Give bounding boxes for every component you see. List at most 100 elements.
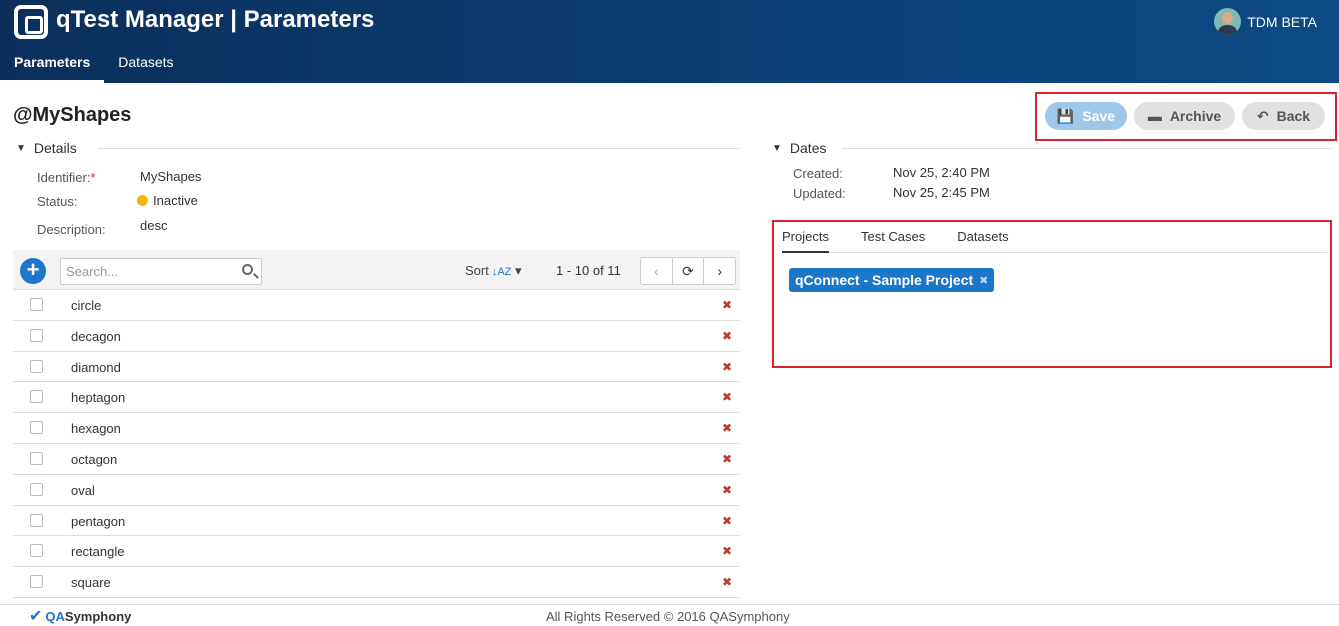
page-title: @MyShapes <box>13 104 132 126</box>
archive-button[interactable]: ▬ Archive <box>1134 102 1235 130</box>
archive-label: Archive <box>1169 108 1222 124</box>
list-item-label: hexagon <box>71 421 121 437</box>
divider <box>98 148 740 149</box>
list-item: diamond ✖ <box>13 352 740 383</box>
list-item-label: square <box>71 575 111 591</box>
row-checkbox[interactable] <box>30 298 43 311</box>
updated-label: Updated: <box>793 186 846 201</box>
identifier-value: MyShapes <box>140 169 202 184</box>
delete-icon[interactable]: ✖ <box>722 421 732 435</box>
chevron-down-icon: ▾ <box>515 263 522 278</box>
delete-icon[interactable]: ✖ <box>722 390 732 404</box>
project-chip[interactable]: qConnect - Sample Project ✖ <box>789 268 995 292</box>
created-label: Created: <box>793 166 843 181</box>
details-section-header[interactable]: ▼ Details <box>16 140 77 156</box>
identifier-label-text: Identifier: <box>37 170 91 185</box>
list-item: circle ✖ <box>13 290 740 321</box>
list-item: octagon ✖ <box>13 444 740 475</box>
app-title: qTest Manager | Parameters <box>56 6 375 33</box>
sort-label: Sort <box>465 263 489 278</box>
row-checkbox[interactable] <box>30 328 43 342</box>
status-dot-icon <box>137 195 148 206</box>
floppy-disk-icon: 💾 <box>1056 107 1075 124</box>
row-checkbox[interactable] <box>30 421 43 435</box>
add-value-button[interactable]: + <box>20 258 46 284</box>
delete-icon[interactable]: ✖ <box>722 544 732 558</box>
status-label: Status: <box>37 194 78 209</box>
list-item-label: rectangle <box>71 544 125 560</box>
user-menu[interactable]: TDM BETA <box>1214 8 1317 35</box>
caret-down-icon: ▼ <box>16 142 26 154</box>
qtest-logo-icon[interactable] <box>14 5 48 39</box>
back-button[interactable]: ↶ Back <box>1242 102 1325 130</box>
identifier-label: Identifier:* <box>37 170 96 185</box>
row-checkbox[interactable] <box>30 451 43 465</box>
check-logo-icon: ✔ <box>29 608 43 625</box>
list-item: heptagon ✖ <box>13 382 740 414</box>
logo-text: QASymphony <box>45 609 131 624</box>
sort-az-icon: ↓AZ <box>491 266 512 278</box>
pager-text: 1 - 10 of 11 <box>556 263 621 278</box>
minus-icon: ▬ <box>1147 108 1162 124</box>
avatar[interactable] <box>1214 8 1242 35</box>
list-item: rectangle ✖ <box>13 536 740 568</box>
description-value: desc <box>140 218 168 233</box>
search-icon[interactable] <box>242 264 253 275</box>
pager: ‹ ⟳ › <box>640 257 736 285</box>
top-header: qTest Manager | Parameters TDM BETA Para… <box>0 0 1339 83</box>
list-item-label: pentagon <box>71 513 126 529</box>
search-box[interactable] <box>60 258 262 285</box>
main-nav: Parameters Datasets <box>0 50 188 83</box>
logo-prefix: QA <box>45 608 65 624</box>
list-item: hexagon ✖ <box>13 413 740 444</box>
required-marker: * <box>90 170 96 185</box>
delete-icon[interactable]: ✖ <box>722 329 732 343</box>
delete-icon[interactable]: ✖ <box>722 360 732 374</box>
project-chip-label: qConnect - Sample Project <box>795 272 974 288</box>
dates-section-header[interactable]: ▼ Dates <box>772 140 826 156</box>
status-badge: Inactive <box>137 193 198 208</box>
caret-down-icon: ▼ <box>772 142 782 154</box>
row-checkbox[interactable] <box>30 390 43 404</box>
prev-page-icon[interactable]: ‹ <box>641 258 673 284</box>
row-checkbox[interactable] <box>30 513 43 527</box>
row-checkbox[interactable] <box>30 359 43 373</box>
row-checkbox[interactable] <box>30 482 43 496</box>
divider <box>842 148 1332 149</box>
sort-dropdown[interactable]: Sort ↓AZ ▾ <box>465 263 522 279</box>
footer-divider <box>0 604 1339 605</box>
save-button[interactable]: 💾 Save <box>1045 102 1127 130</box>
tab-projects[interactable]: Projects <box>782 226 829 253</box>
status-value: Inactive <box>153 193 198 208</box>
tab-parameters[interactable]: Parameters <box>0 50 105 83</box>
delete-icon[interactable]: ✖ <box>722 298 732 312</box>
row-checkbox[interactable] <box>30 544 43 558</box>
tab-datasets-panel[interactable]: Datasets <box>957 226 1008 253</box>
list-item-label: oval <box>71 482 95 498</box>
next-page-icon[interactable]: › <box>704 258 735 284</box>
delete-icon[interactable]: ✖ <box>722 452 732 466</box>
tab-test-cases[interactable]: Test Cases <box>861 226 925 253</box>
list-item: pentagon ✖ <box>13 506 740 537</box>
logo-suffix: Symphony <box>64 608 132 624</box>
list-item-label: diamond <box>71 359 121 375</box>
refresh-icon[interactable]: ⟳ <box>673 258 705 284</box>
dates-heading: Dates <box>789 140 827 156</box>
delete-icon[interactable]: ✖ <box>722 514 732 528</box>
delete-icon[interactable]: ✖ <box>722 483 732 497</box>
list-item: decagon ✖ <box>13 321 740 352</box>
list-item-label: decagon <box>71 328 121 344</box>
row-checkbox[interactable] <box>30 575 43 589</box>
description-label: Description: <box>37 222 106 237</box>
search-input[interactable] <box>61 259 231 284</box>
delete-icon[interactable]: ✖ <box>722 575 732 589</box>
copyright-text: All Rights Reserved © 2016 QASymphony <box>546 609 790 624</box>
list-item: square ✖ <box>13 567 740 598</box>
remove-chip-icon[interactable]: ✖ <box>979 274 988 287</box>
list-toolbar: + Sort↓AZ ▾ 1 - 10 of 11 ‹ ⟳ › <box>13 250 740 290</box>
qasymphony-logo: ✔ QASymphony <box>29 606 131 626</box>
tab-datasets[interactable]: Datasets <box>104 50 187 83</box>
user-name[interactable]: TDM BETA <box>1247 14 1317 30</box>
list-item-label: octagon <box>71 451 118 467</box>
undo-arrow-icon: ↶ <box>1256 107 1269 124</box>
